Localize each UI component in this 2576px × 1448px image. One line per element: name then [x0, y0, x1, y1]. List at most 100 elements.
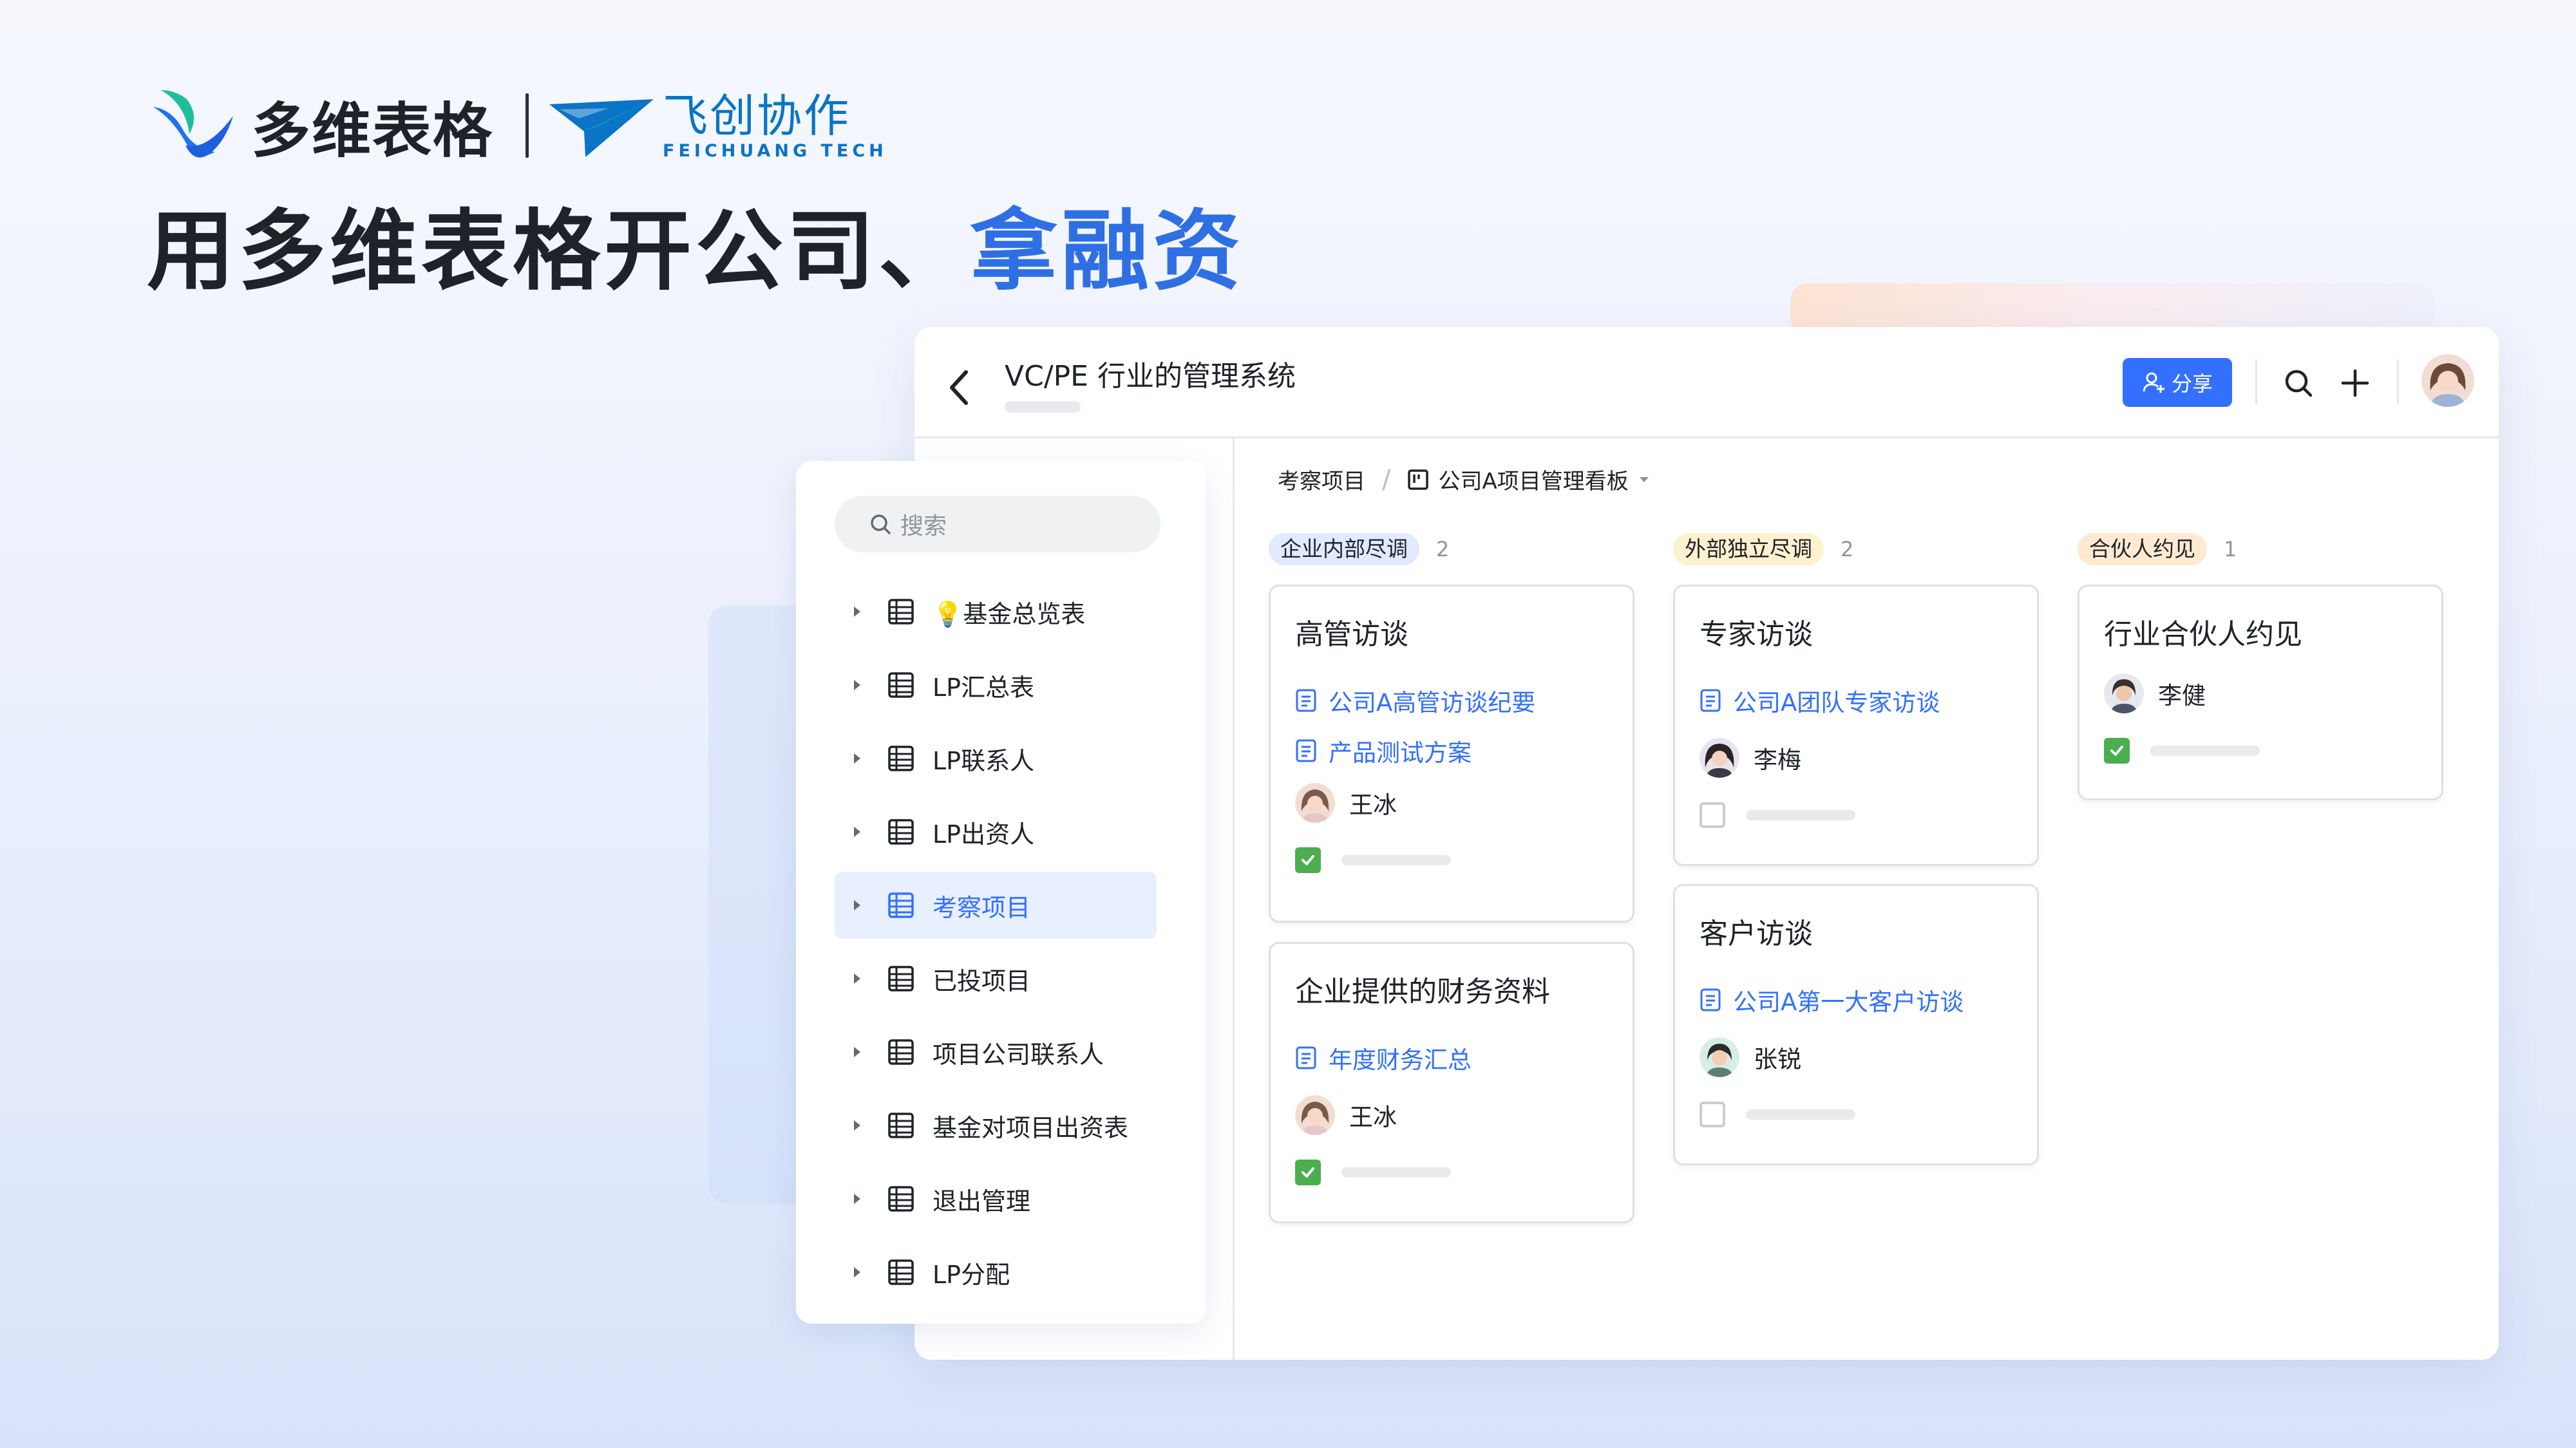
doc-link-label: 产品测试方案 [1329, 739, 1472, 767]
sidebar-item-active[interactable]: 考察项目 [835, 872, 1157, 939]
checkbox-checked[interactable] [1295, 847, 1321, 873]
header-divider [2255, 359, 2257, 404]
document-icon [1700, 689, 1721, 712]
kanban-card[interactable]: 高管访谈 公司A高管访谈纪要 产品测试方案 王冰 [1269, 585, 1634, 923]
card-title: 专家访谈 [1700, 618, 1813, 651]
partner-en-name: FEICHUANG TECH [663, 141, 887, 161]
table-icon [888, 1186, 914, 1212]
check-icon [1302, 1167, 1314, 1178]
table-sidebar: 搜索 💡基金总览表 LP汇总表 LP联系人 LP出资人 考察项目 已投项目 项目… [796, 461, 1206, 1324]
doc-link[interactable]: 公司A第一大客户访谈 [1700, 983, 1964, 1017]
doc-link[interactable]: 年度财务汇总 [1295, 1040, 1472, 1075]
caret-right-icon[interactable] [851, 605, 863, 619]
caret-right-icon[interactable] [851, 678, 863, 692]
doc-link[interactable]: 公司A高管访谈纪要 [1295, 683, 1535, 718]
avatar [2104, 673, 2144, 713]
share-button[interactable]: 分享 [2123, 358, 2232, 407]
check-icon [2110, 746, 2123, 756]
feichuang-logo-icon [549, 99, 654, 157]
checkbox-unchecked[interactable] [1700, 1102, 1725, 1127]
checkbox-row [1700, 1102, 1855, 1127]
search-input[interactable]: 搜索 [835, 496, 1160, 552]
checkbox-checked[interactable] [2104, 738, 2130, 764]
document-icon [1296, 1046, 1316, 1069]
brand-divider [526, 93, 529, 158]
assignee-name: 张锐 [1754, 1046, 1801, 1073]
title-placeholder-bar [1005, 401, 1081, 413]
caret-right-icon[interactable] [851, 1118, 863, 1133]
sidebar-item[interactable]: LP出资人 [835, 798, 1157, 865]
card-title: 企业提供的财务资料 [1295, 975, 1550, 1008]
document-title[interactable]: VC/PE 行业的管理系统 [1005, 353, 1296, 394]
sidebar-item[interactable]: LP分配 [835, 1239, 1157, 1306]
doc-link[interactable]: 产品测试方案 [1295, 733, 1472, 768]
document-icon [1700, 988, 1721, 1011]
card-title: 客户访谈 [1700, 917, 1813, 950]
search-icon[interactable] [2281, 366, 2316, 400]
placeholder-bar [1341, 855, 1451, 865]
sidebar-item[interactable]: 基金对项目出资表 [835, 1092, 1157, 1159]
doc-link[interactable]: 公司A团队专家访谈 [1700, 683, 1940, 718]
column-header: 企业内部尽调 2 [1269, 532, 1449, 567]
sidebar-item[interactable]: LP汇总表 [835, 652, 1157, 719]
sidebar-item[interactable]: 已投项目 [835, 945, 1157, 1012]
table-icon [888, 1259, 914, 1285]
card-title: 高管访谈 [1295, 618, 1408, 651]
headline-main: 用多维表格开公司、 [147, 201, 970, 303]
checkbox-row [2104, 738, 2260, 764]
assignee: 李梅 [1700, 738, 1801, 778]
caret-right-icon[interactable] [851, 972, 863, 986]
breadcrumb-parent[interactable]: 考察项目 [1278, 464, 1365, 495]
kanban-card[interactable]: 行业合伙人约见 李健 [2078, 585, 2443, 800]
doc-link-label: 年度财务汇总 [1329, 1046, 1472, 1074]
card-title: 行业合伙人约见 [2104, 618, 2302, 651]
assignee-name: 李健 [2158, 682, 2206, 710]
checkbox-unchecked[interactable] [1700, 802, 1725, 828]
kanban-card[interactable]: 专家访谈 公司A团队专家访谈 李梅 [1673, 585, 2039, 866]
checkbox-checked[interactable] [1295, 1160, 1321, 1185]
chevron-down-icon[interactable] [1638, 475, 1651, 484]
caret-right-icon[interactable] [851, 1045, 863, 1059]
checkbox-row [1295, 1160, 1451, 1185]
sidebar-item[interactable]: 💡基金总览表 [835, 578, 1157, 645]
assignee-name: 王冰 [1349, 791, 1397, 819]
column-tag: 合伙人约见 [2078, 533, 2207, 565]
caret-right-icon[interactable] [851, 1265, 863, 1279]
kanban-card[interactable]: 企业提供的财务资料 年度财务汇总 王冰 [1269, 942, 1634, 1223]
caret-right-icon[interactable] [851, 751, 863, 766]
doc-link-label: 公司A高管访谈纪要 [1329, 689, 1536, 717]
document-icon [1296, 689, 1316, 712]
back-icon[interactable] [940, 361, 979, 412]
caret-right-icon[interactable] [851, 898, 863, 912]
sidebar-item-label: 退出管理 [933, 1187, 1031, 1216]
column-tag: 企业内部尽调 [1269, 533, 1419, 565]
caret-right-icon[interactable] [851, 825, 863, 839]
doc-link-label: 公司A团队专家访谈 [1733, 689, 1940, 717]
avatar [1295, 783, 1335, 823]
table-icon [888, 672, 914, 698]
sidebar-item-label: 考察项目 [933, 893, 1031, 922]
placeholder-bar [2150, 746, 2260, 756]
caret-right-icon[interactable] [851, 1192, 863, 1206]
search-icon [871, 514, 891, 534]
sidebar-item-label: LP联系人 [933, 746, 1035, 775]
placeholder-bar [1341, 1167, 1451, 1178]
plus-icon[interactable] [2338, 366, 2372, 400]
add-user-icon [2143, 372, 2164, 393]
sidebar-item[interactable]: LP联系人 [835, 725, 1157, 792]
column-count: 1 [2224, 537, 2237, 561]
headline-accent: 拿融资 [970, 201, 1244, 303]
panel-divider [1233, 437, 1235, 1360]
sidebar-item-label: 已投项目 [933, 966, 1031, 995]
sidebar-item-label: LP汇总表 [933, 673, 1035, 702]
check-icon [1302, 855, 1314, 865]
breadcrumb-view[interactable]: 公司A项目管理看板 [1438, 464, 1628, 495]
user-avatar[interactable] [2421, 354, 2474, 407]
placeholder-bar [1746, 1109, 1855, 1120]
sidebar-item[interactable]: 项目公司联系人 [835, 1019, 1157, 1086]
partner-name: 飞创协作 [663, 89, 851, 142]
kanban-card[interactable]: 客户访谈 公司A第一大客户访谈 张锐 [1673, 884, 2039, 1165]
sidebar-item[interactable]: 退出管理 [835, 1165, 1157, 1232]
breadcrumb-separator: / [1382, 464, 1391, 494]
checkbox-row [1295, 847, 1451, 873]
